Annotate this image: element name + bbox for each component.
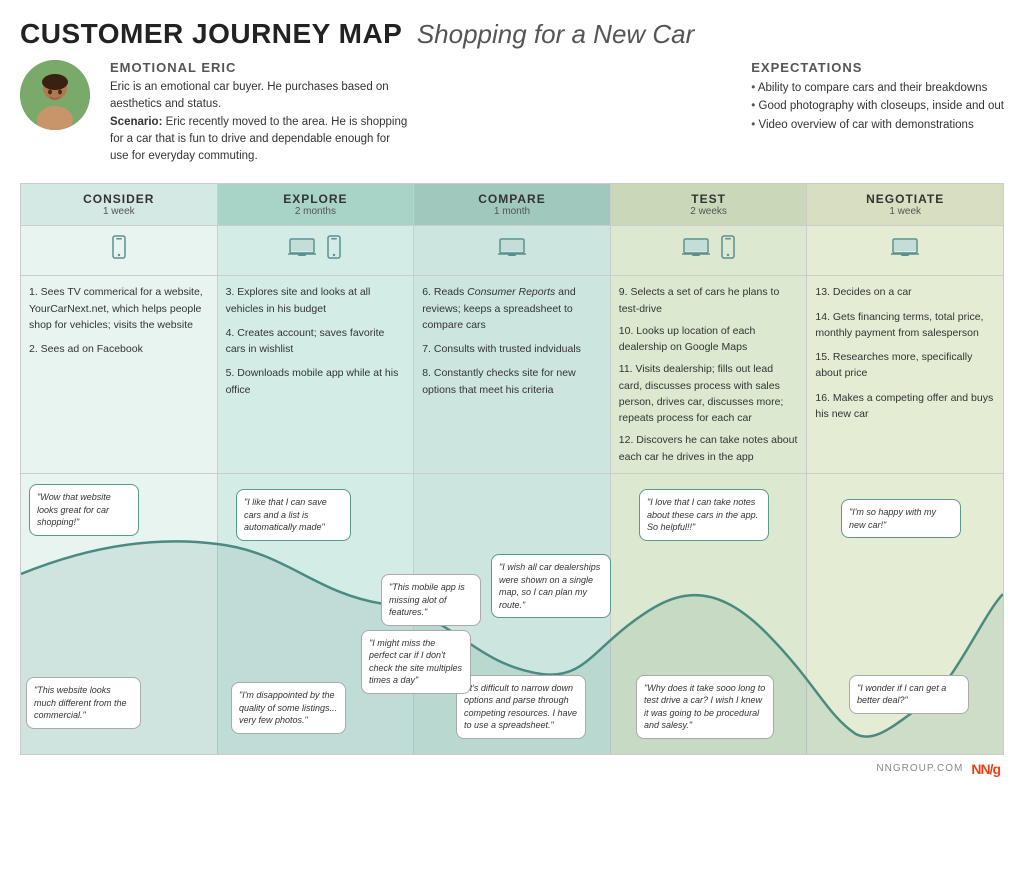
action-item-4: 4. Creates account; saves favorite cars … bbox=[226, 325, 406, 358]
bubble-explore-negative2: "I'm disappointed by the quality of some… bbox=[231, 682, 346, 734]
phase-duration-test: 2 weeks bbox=[617, 206, 801, 217]
journey-map: CONSIDER 1 week EXPLORE 2 months COMPARE… bbox=[20, 183, 1004, 755]
device-negotiate bbox=[807, 226, 1003, 275]
phase-header-explore: EXPLORE 2 months bbox=[218, 184, 415, 225]
page-title-italic: Shopping for a New Car bbox=[417, 19, 694, 49]
device-explore bbox=[218, 226, 415, 275]
nn-logo: NN/g bbox=[971, 761, 1000, 777]
avatar bbox=[20, 60, 90, 130]
phase-name-test: TEST bbox=[617, 192, 801, 206]
actions-row: 1. Sees TV commerical for a website, You… bbox=[21, 276, 1003, 474]
phase-header-test: TEST 2 weeks bbox=[611, 184, 808, 225]
bubble-explore-positive: "I like that I can save cars and a list … bbox=[236, 489, 351, 541]
main-container: CUSTOMER JOURNEY MAP Shopping for a New … bbox=[0, 0, 1024, 789]
phase-name-consider: CONSIDER bbox=[27, 192, 211, 206]
bubble-consider-positive: "Wow that website looks great for car sh… bbox=[29, 484, 139, 536]
device-test bbox=[611, 226, 808, 275]
footer-website: NNGROUP.COM bbox=[876, 763, 963, 774]
action-item-2: 2. Sees ad on Facebook bbox=[29, 341, 209, 357]
phase-name-negotiate: NEGOTIATE bbox=[813, 192, 997, 206]
bubble-negotiate-negative: "I wonder if I can get a better deal?" bbox=[849, 675, 969, 714]
phase-duration-explore: 2 months bbox=[224, 206, 408, 217]
action-item-9: 9. Selects a set of cars he plans to tes… bbox=[619, 284, 799, 317]
bubble-negotiate-positive: "I'm so happy with my new car!" bbox=[841, 499, 961, 538]
device-icons-row bbox=[21, 226, 1003, 276]
action-item-13: 13. Decides on a car bbox=[815, 284, 995, 300]
phase-duration-negotiate: 1 week bbox=[813, 206, 997, 217]
laptop-icon-test bbox=[680, 234, 712, 262]
laptop-icon-negotiate bbox=[889, 234, 921, 262]
bubble-test-positive: "I love that I can take notes about thes… bbox=[639, 489, 769, 541]
bubble-consider-negative: "This website looks much different from … bbox=[26, 677, 141, 729]
persona-name: EMOTIONAL ERIC bbox=[110, 60, 731, 75]
action-item-12: 12. Discovers he can take notes about ea… bbox=[619, 432, 799, 465]
phase-header-negotiate: NEGOTIATE 1 week bbox=[807, 184, 1003, 225]
page-title-bold: CUSTOMER JOURNEY MAP bbox=[20, 18, 402, 49]
action-item-14: 14. Gets financing terms, total price, m… bbox=[815, 309, 995, 342]
expectation-item: Video overview of car with demonstration… bbox=[751, 116, 1004, 134]
action-item-7: 7. Consults with trusted indviduals bbox=[422, 341, 602, 357]
actions-explore: 3. Explores site and looks at all vehicl… bbox=[218, 276, 415, 473]
expectations-list: Ability to compare cars and their breakd… bbox=[751, 79, 1004, 134]
action-item-6: 6. Reads Consumer Reports and reviews; k… bbox=[422, 284, 602, 333]
footer: NNGROUP.COM NN/g bbox=[20, 755, 1004, 779]
action-item-16: 16. Makes a competing offer and buys his… bbox=[815, 390, 995, 423]
phone-icon bbox=[105, 234, 133, 262]
bubble-test-negative: "Why does it take sooo long to test driv… bbox=[636, 675, 774, 739]
action-item-3: 3. Explores site and looks at all vehicl… bbox=[226, 284, 406, 317]
persona-description: Eric is an emotional car buyer. He purch… bbox=[110, 79, 410, 165]
actions-consider: 1. Sees TV commerical for a website, You… bbox=[21, 276, 218, 473]
phone-icon-test bbox=[718, 234, 738, 262]
persona-info: EMOTIONAL ERIC Eric is an emotional car … bbox=[110, 60, 731, 165]
device-compare bbox=[414, 226, 611, 275]
action-item-15: 15. Researches more, specifically about … bbox=[815, 349, 995, 382]
phase-header-consider: CONSIDER 1 week bbox=[21, 184, 218, 225]
expectation-item: Ability to compare cars and their breakd… bbox=[751, 79, 1004, 97]
bubble-compare-wish: "I wish all car dealerships were shown o… bbox=[491, 554, 611, 618]
phone-icon-small bbox=[324, 234, 344, 262]
action-item-11: 11. Visits dealership; fills out lead ca… bbox=[619, 361, 799, 426]
phase-name-compare: COMPARE bbox=[420, 192, 604, 206]
action-item-5: 5. Downloads mobile app while at his off… bbox=[226, 365, 406, 398]
expectations-block: EXPECTATIONS Ability to compare cars and… bbox=[751, 60, 1004, 165]
phase-duration-consider: 1 week bbox=[27, 206, 211, 217]
emotion-area: "Wow that website looks great for car sh… bbox=[21, 474, 1003, 754]
bubble-explore-negative1: "This mobile app is missing alot of feat… bbox=[381, 574, 481, 626]
bubble-compare-negative1: "I might miss the perfect car if I don't… bbox=[361, 630, 471, 694]
device-consider bbox=[21, 226, 218, 275]
actions-compare: 6. Reads Consumer Reports and reviews; k… bbox=[414, 276, 611, 473]
action-item-8: 8. Constantly checks site for new option… bbox=[422, 365, 602, 398]
bubble-compare-negative: "It's difficult to narrow down options a… bbox=[456, 675, 586, 739]
laptop-icon bbox=[286, 234, 318, 262]
laptop-icon-compare bbox=[496, 234, 528, 262]
phase-duration-compare: 1 month bbox=[420, 206, 604, 217]
phase-header-compare: COMPARE 1 month bbox=[414, 184, 611, 225]
action-item-10: 10. Looks up location of each dealership… bbox=[619, 323, 799, 356]
expectation-item: Good photography with closeups, inside a… bbox=[751, 97, 1004, 115]
action-item-1: 1. Sees TV commerical for a website, You… bbox=[29, 284, 209, 333]
actions-test: 9. Selects a set of cars he plans to tes… bbox=[611, 276, 808, 473]
phase-headers-row: CONSIDER 1 week EXPLORE 2 months COMPARE… bbox=[21, 184, 1003, 226]
phase-name-explore: EXPLORE bbox=[224, 192, 408, 206]
expectations-title: EXPECTATIONS bbox=[751, 60, 1004, 75]
header: CUSTOMER JOURNEY MAP Shopping for a New … bbox=[20, 18, 1004, 165]
actions-negotiate: 13. Decides on a car 14. Gets financing … bbox=[807, 276, 1003, 473]
